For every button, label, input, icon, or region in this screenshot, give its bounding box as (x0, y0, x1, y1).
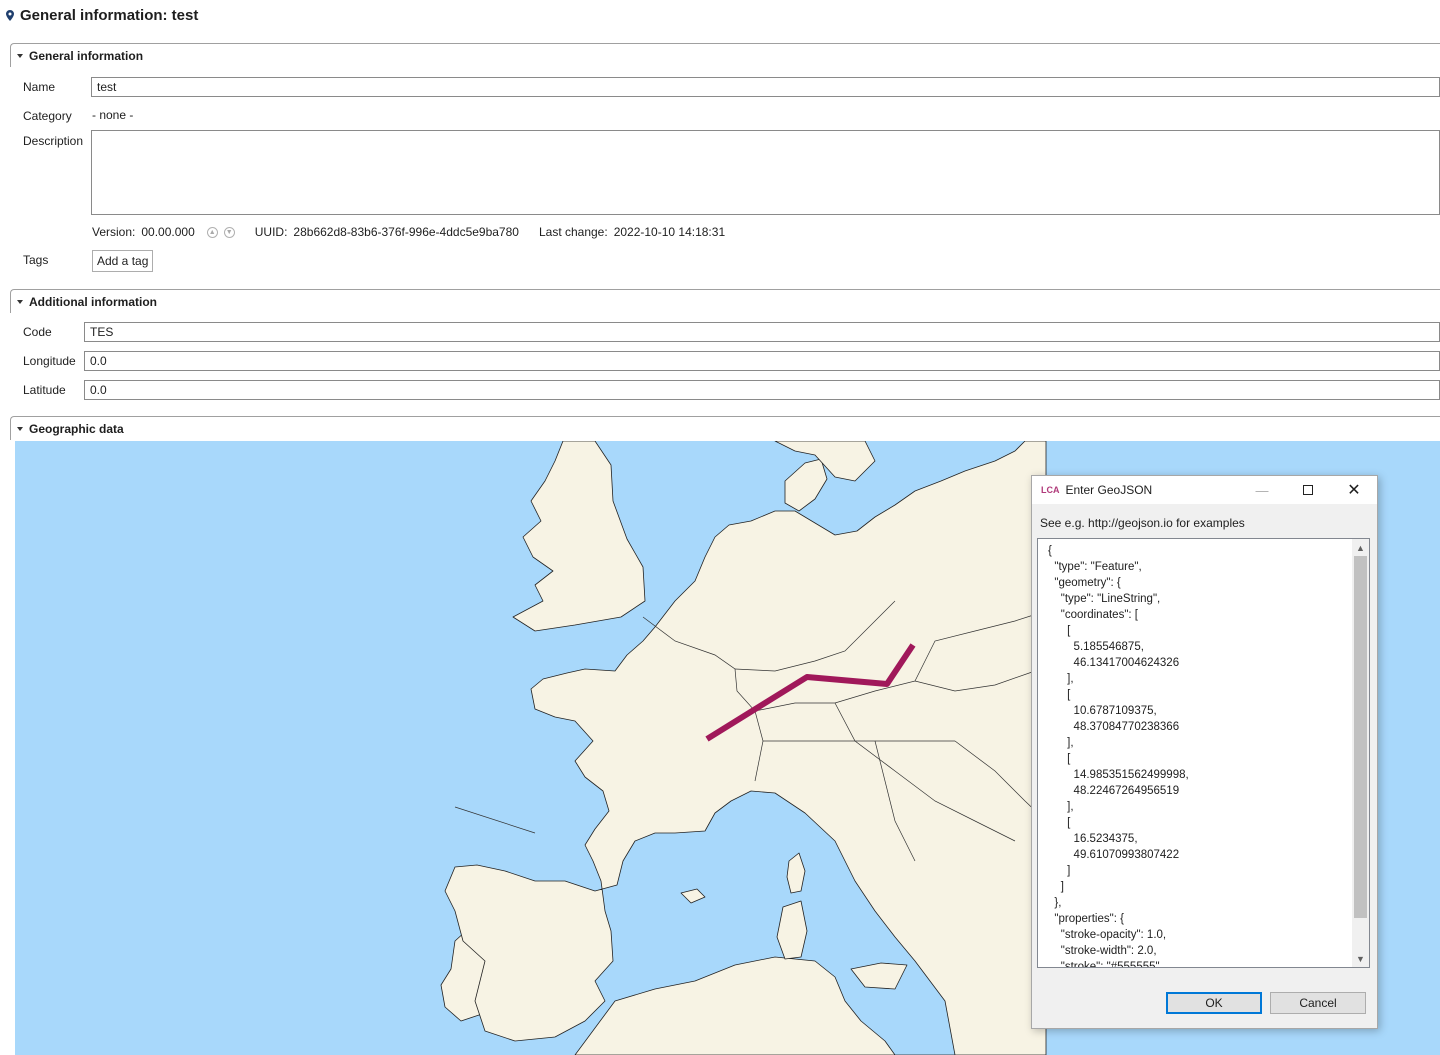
sicily-shape (850, 962, 908, 990)
code-field[interactable]: TES (84, 322, 1440, 342)
uuid-label: UUID: (254, 225, 288, 239)
tags-label: Tags (23, 253, 49, 267)
uuid-value: 28b662d8-83b6-376f-996e-4ddc5e9ba780 (293, 225, 519, 239)
minimize-icon[interactable]: — (1239, 476, 1285, 504)
name-field[interactable]: test (91, 77, 1440, 97)
longitude-label: Longitude (23, 354, 76, 368)
sardinia-shape (776, 900, 808, 960)
denmark-shape (784, 458, 828, 512)
app-logo-icon: LCA (1041, 485, 1060, 495)
close-icon[interactable]: ✕ (1331, 476, 1377, 504)
last-change-value: 2022-10-10 14:18:31 (613, 225, 726, 239)
dialog-hint: See e.g. http://geojson.io for examples (1040, 516, 1245, 530)
additional-section-header[interactable]: Additional information (10, 289, 1440, 313)
additional-section-title: Additional information (29, 294, 157, 309)
latitude-field[interactable]: 0.0 (84, 380, 1440, 400)
last-change-label: Last change: (538, 225, 608, 239)
scrollbar-thumb[interactable] (1354, 556, 1367, 918)
collapse-triangle-icon[interactable] (17, 426, 23, 431)
general-section-title: General information (29, 48, 144, 63)
page-title-text: General information: test (20, 7, 199, 24)
ok-button[interactable]: OK (1166, 992, 1262, 1014)
geojson-textarea[interactable]: { "type": "Feature", "geometry": { "type… (1037, 538, 1370, 968)
category-value[interactable]: - none - (92, 108, 133, 122)
add-tag-button[interactable]: Add a tag (92, 250, 154, 272)
cancel-button[interactable]: Cancel (1270, 992, 1366, 1014)
version-up-icon[interactable]: ▲ (206, 226, 218, 238)
version-label: Version: (92, 225, 136, 239)
category-label: Category (23, 109, 72, 123)
description-label: Description (23, 134, 84, 148)
geographic-section-title: Geographic data (29, 421, 124, 436)
corsica-shape (786, 852, 806, 894)
scroll-up-icon[interactable]: ▲ (1352, 539, 1369, 556)
maximize-icon[interactable] (1285, 476, 1331, 504)
description-textarea[interactable] (91, 130, 1440, 215)
geographic-section-header[interactable]: Geographic data (10, 416, 1440, 440)
version-down-icon[interactable]: ▼ (223, 226, 235, 238)
longitude-field[interactable]: 0.0 (84, 351, 1440, 371)
geojson-text[interactable]: { "type": "Feature", "geometry": { "type… (1038, 539, 1369, 967)
great-britain-shape (512, 441, 646, 632)
code-label: Code (23, 325, 52, 339)
balearic-shape (680, 888, 706, 904)
version-row: Version: 00.00.000 ▲ ▼ UUID: 28b662d8-83… (92, 225, 725, 239)
general-section-header[interactable]: General information (10, 43, 1440, 67)
version-value: 00.00.000 (141, 225, 195, 239)
collapse-triangle-icon[interactable] (17, 53, 23, 58)
location-pin-icon (6, 10, 14, 21)
page-title: General information: test (6, 7, 198, 24)
name-label: Name (23, 80, 56, 94)
dialog-title: Enter GeoJSON (1065, 483, 1153, 497)
vertical-scrollbar[interactable]: ▲ ▼ (1352, 539, 1369, 967)
scroll-down-icon[interactable]: ▼ (1352, 950, 1369, 967)
collapse-triangle-icon[interactable] (17, 299, 23, 304)
enter-geojson-dialog[interactable]: LCA Enter GeoJSON — ✕ See e.g. http://ge… (1031, 475, 1378, 1029)
latitude-label: Latitude (23, 383, 66, 397)
